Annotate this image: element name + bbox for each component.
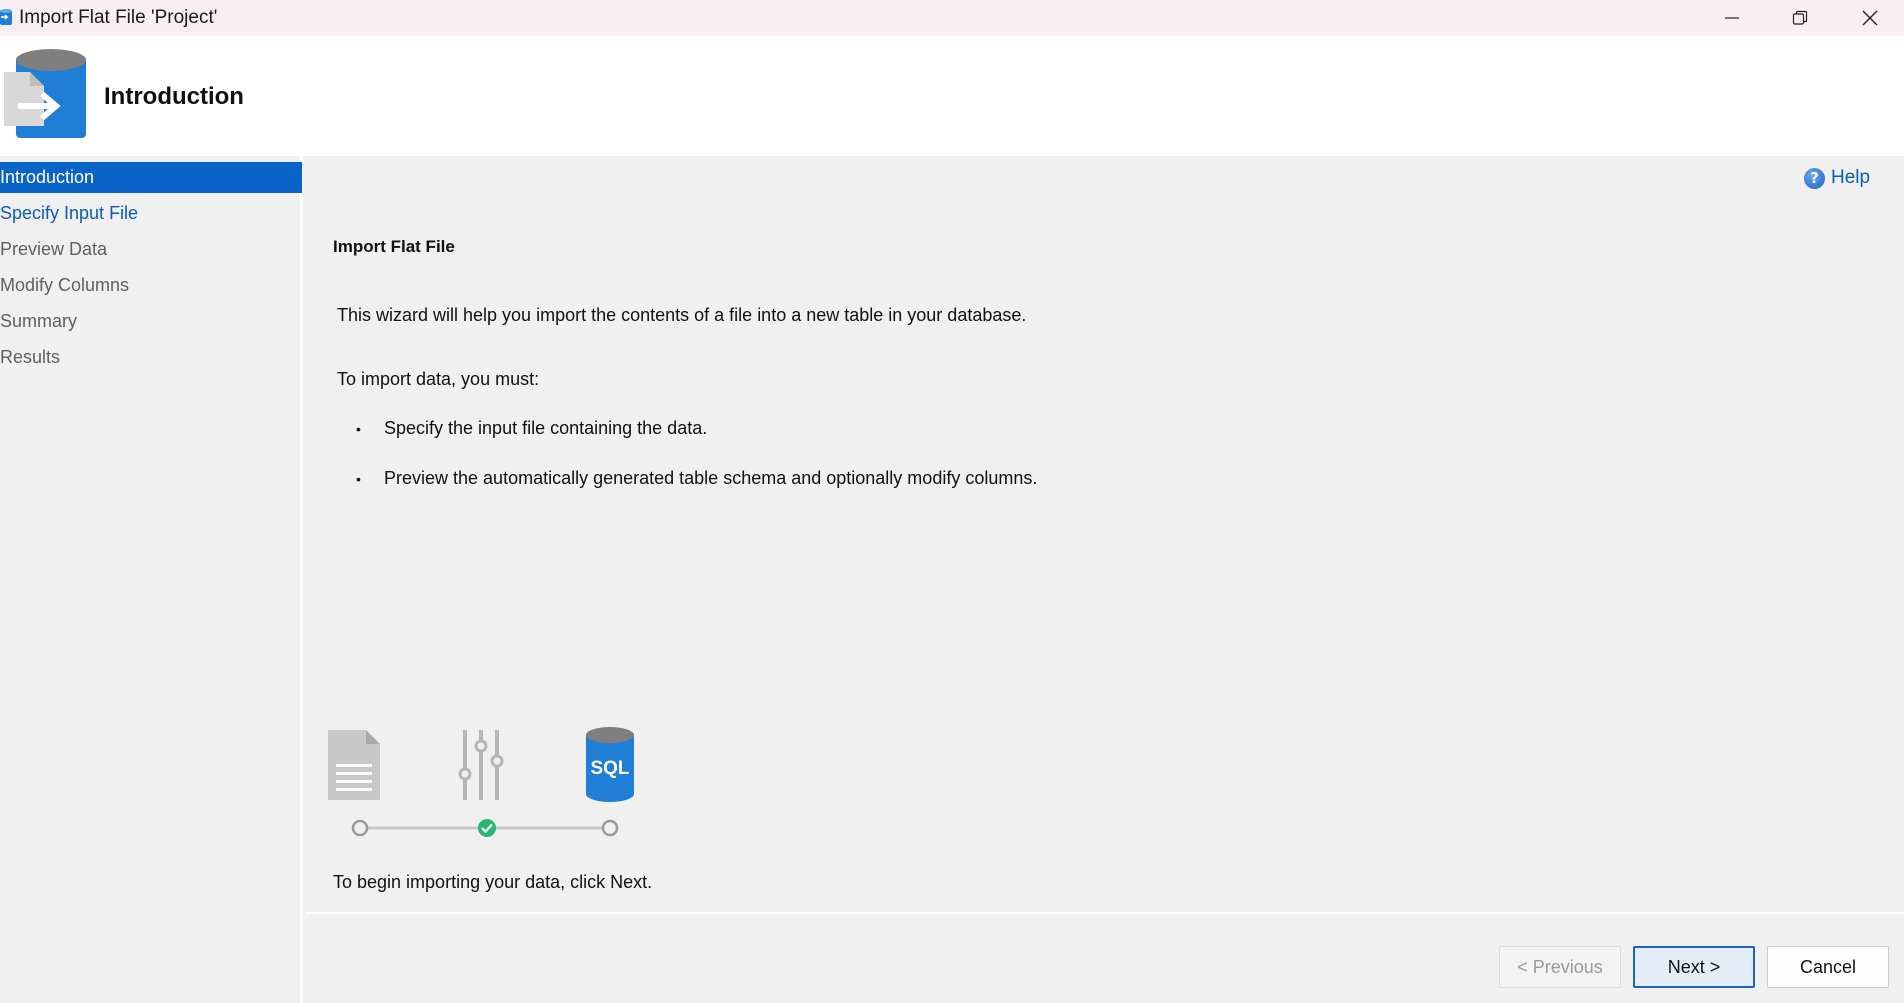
step-marker bbox=[351, 819, 369, 837]
minimize-icon bbox=[1725, 16, 1739, 19]
help-icon: ? bbox=[1804, 167, 1825, 189]
wizard-content: ? Help Import Flat File This wizard will… bbox=[306, 156, 1904, 913]
previous-button[interactable]: < Previous bbox=[1499, 946, 1621, 988]
footer-divider bbox=[306, 912, 1904, 914]
nav-item-introduction[interactable]: Introduction bbox=[0, 162, 302, 193]
step-check-icon bbox=[478, 819, 496, 837]
list-item: • Specify the input file containing the … bbox=[356, 418, 707, 440]
close-icon bbox=[1862, 10, 1878, 25]
help-link[interactable]: ? Help bbox=[1804, 166, 1870, 190]
list-item: • Preview the automatically generated ta… bbox=[356, 468, 1037, 490]
list-item-text: Preview the automatically generated tabl… bbox=[384, 468, 1038, 488]
next-button[interactable]: Next > bbox=[1633, 946, 1755, 988]
close-button[interactable] bbox=[1836, 0, 1904, 35]
wizard-header: Introduction bbox=[0, 35, 1904, 156]
step-progress bbox=[351, 819, 619, 837]
list-item-text: Specify the input file containing the da… bbox=[384, 418, 708, 438]
section-title: Import Flat File bbox=[333, 237, 455, 256]
sql-database-icon: SQL bbox=[586, 727, 634, 802]
restore-icon bbox=[1792, 10, 1808, 25]
app-icon bbox=[0, 9, 12, 25]
intro-text: This wizard will help you import the con… bbox=[337, 305, 1027, 325]
sliders-icon bbox=[458, 730, 504, 800]
nav-item-specify-input-file[interactable]: Specify Input File bbox=[0, 198, 302, 229]
file-icon bbox=[328, 730, 380, 800]
nav-item-modify-columns: Modify Columns bbox=[0, 275, 130, 295]
minimize-button[interactable] bbox=[1698, 0, 1766, 35]
restore-button[interactable] bbox=[1766, 0, 1834, 35]
nav-item-summary: Summary bbox=[0, 311, 78, 331]
import-database-icon bbox=[4, 49, 86, 138]
nav-item-results: Results bbox=[0, 347, 61, 367]
sql-label: SQL bbox=[590, 758, 629, 779]
step-marker bbox=[601, 819, 619, 837]
bullet-icon: • bbox=[356, 471, 361, 487]
window-title: Import Flat File 'Project' bbox=[19, 7, 218, 28]
begin-instruction: To begin importing your data, click Next… bbox=[333, 872, 653, 892]
help-label: Help bbox=[1831, 167, 1871, 188]
cancel-button[interactable]: Cancel bbox=[1767, 946, 1889, 988]
import-steps-diagram: SQL bbox=[328, 727, 634, 837]
nav-item-preview-data: Preview Data bbox=[0, 239, 108, 259]
requirements-heading: To import data, you must: bbox=[337, 369, 540, 389]
title-bar: Import Flat File 'Project' bbox=[0, 0, 1904, 35]
page-title: Introduction bbox=[104, 83, 244, 110]
bullet-icon: • bbox=[356, 421, 361, 437]
wizard-nav: Introduction Specify Input File Preview … bbox=[0, 156, 303, 1003]
